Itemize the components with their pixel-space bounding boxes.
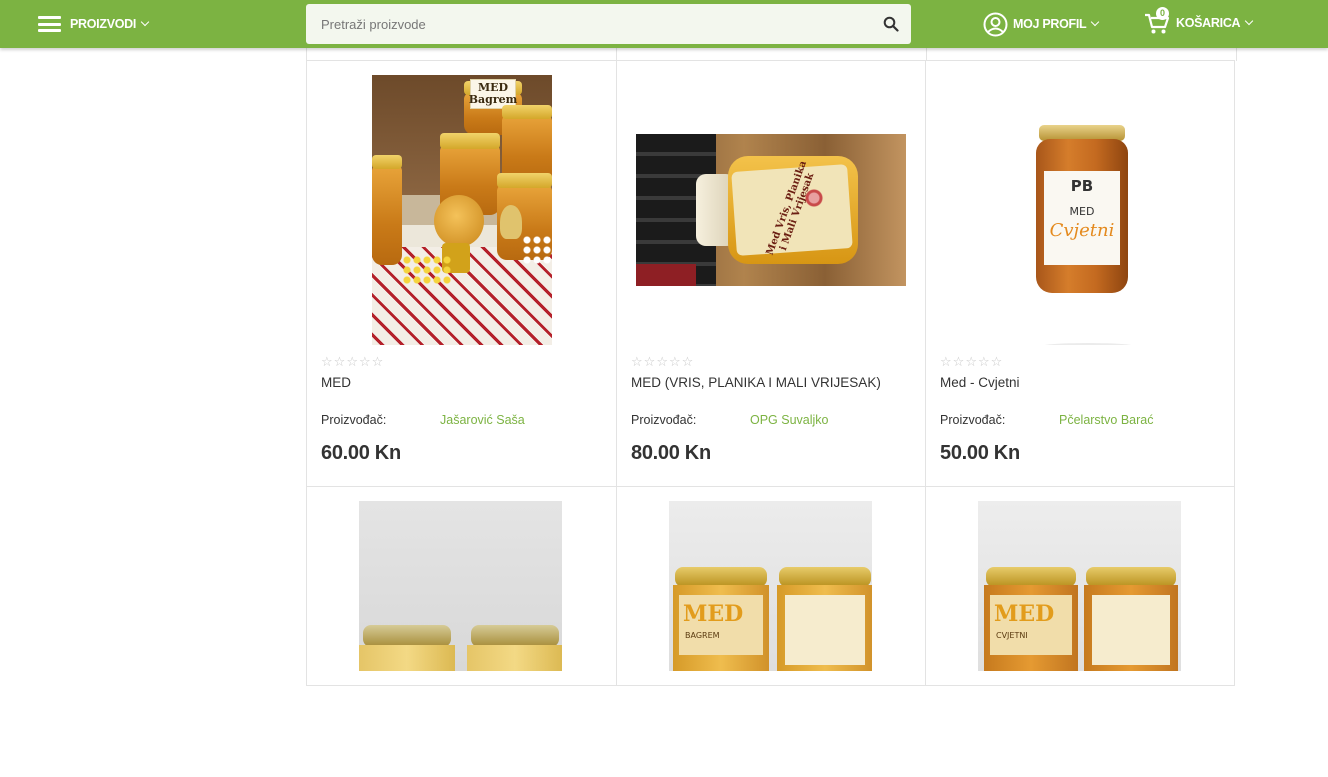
product-image[interactable] (307, 487, 616, 777)
jar-label: MED (683, 601, 744, 627)
product-price: 80.00 Kn (631, 442, 711, 464)
product-card[interactable]: MED Bagrem ☆ ☆ ☆ ☆ ☆ MED Proizvođač: Jaš… (306, 60, 617, 487)
rating-stars: ☆ ☆ ☆ ☆ ☆ (321, 356, 383, 370)
product-card[interactable] (306, 486, 617, 686)
star-icon: ☆ (321, 355, 333, 370)
star-icon: ☆ (346, 355, 358, 370)
jar-label-variety: BAGREM (685, 631, 720, 640)
product-image[interactable]: MED Bagrem (307, 61, 616, 351)
search-input[interactable] (306, 4, 871, 44)
product-card[interactable]: MED CVJETNI (925, 486, 1235, 686)
profile-label: MOJ PROFIL (1013, 17, 1087, 31)
cart-label: KOŠARICA (1176, 16, 1241, 30)
product-price: 50.00 Kn (940, 442, 1020, 464)
rating-stars: ☆ ☆ ☆ ☆ ☆ (631, 356, 693, 370)
top-navigation-bar: PROIZVODI MOJ PROFIL 0 KOŠ (0, 0, 1328, 48)
cart-button[interactable]: 0 KOŠARICA (1144, 7, 1254, 38)
product-name[interactable]: MED (VRIS, PLANIKA I MALI VRIJESAK) (631, 375, 881, 390)
star-icon: ☆ (631, 355, 643, 370)
star-icon: ☆ (358, 355, 371, 370)
product-image[interactable]: MED CVJETNI (926, 487, 1234, 777)
rating-stars: ☆ ☆ ☆ ☆ ☆ (940, 356, 1002, 370)
product-name[interactable]: Med - Cvjetni (940, 375, 1020, 390)
star-icon: ☆ (656, 355, 668, 370)
star-icon: ☆ (990, 355, 1003, 370)
product-row: MED BAGREM MED CVJETNI (306, 486, 1237, 686)
maker-link[interactable]: Jašarović Saša (440, 413, 525, 427)
star-icon: ☆ (643, 355, 656, 370)
star-icon: ☆ (371, 355, 384, 370)
products-menu-label: PROIZVODI (70, 17, 137, 31)
cart-count-badge: 0 (1156, 7, 1169, 20)
product-image[interactable]: MED BAGREM (617, 487, 925, 777)
products-menu-button[interactable]: PROIZVODI (38, 12, 150, 36)
user-circle-icon (983, 12, 1008, 36)
jar-label-med: MED (1069, 205, 1095, 218)
maker-label: Proizvođač: (940, 413, 1006, 427)
profile-menu-button[interactable]: MOJ PROFIL (983, 11, 1100, 37)
product-image[interactable]: PB MED Cvjetni (926, 61, 1234, 351)
star-icon: ☆ (333, 355, 346, 370)
product-card[interactable]: PB MED Cvjetni ☆ ☆ ☆ ☆ ☆ Med - Cvjetni P… (925, 60, 1235, 487)
search-icon[interactable] (871, 4, 911, 44)
maker-link[interactable]: OPG Suvaljko (750, 413, 829, 427)
product-image[interactable]: Med Vris, Planika i Mali Vrijesak (617, 61, 925, 351)
product-card[interactable]: Med Vris, Planika i Mali Vrijesak ☆ ☆ ☆ … (616, 60, 926, 487)
maker-label: Proizvođač: (321, 413, 387, 427)
star-icon: ☆ (681, 355, 694, 370)
maker-label: Proizvođač: (631, 413, 697, 427)
search-bar (306, 4, 911, 44)
jar-label-variety: CVJETNI (996, 631, 1028, 640)
star-icon: ☆ (977, 355, 990, 370)
chevron-down-icon (1245, 16, 1254, 26)
product-grid: MED Bagrem ☆ ☆ ☆ ☆ ☆ MED Proizvođač: Jaš… (306, 60, 1237, 686)
chevron-down-icon (1091, 17, 1100, 27)
product-row: MED Bagrem ☆ ☆ ☆ ☆ ☆ MED Proizvođač: Jaš… (306, 60, 1237, 487)
star-icon: ☆ (940, 355, 952, 370)
star-icon: ☆ (668, 355, 681, 370)
cart-icon: 0 (1144, 7, 1170, 36)
jar-label-brand: PB (1070, 177, 1094, 195)
product-card[interactable]: MED BAGREM (616, 486, 926, 686)
star-icon: ☆ (965, 355, 977, 370)
product-name[interactable]: MED (321, 375, 351, 390)
product-price: 60.00 Kn (321, 442, 401, 464)
hamburger-icon (38, 16, 61, 32)
star-icon: ☆ (952, 355, 965, 370)
maker-link[interactable]: Pčelarstvo Barać (1059, 413, 1153, 427)
jar-label-variety: Cvjetni (1049, 220, 1115, 241)
chevron-down-icon (140, 17, 150, 27)
jar-label: MED (994, 601, 1055, 627)
